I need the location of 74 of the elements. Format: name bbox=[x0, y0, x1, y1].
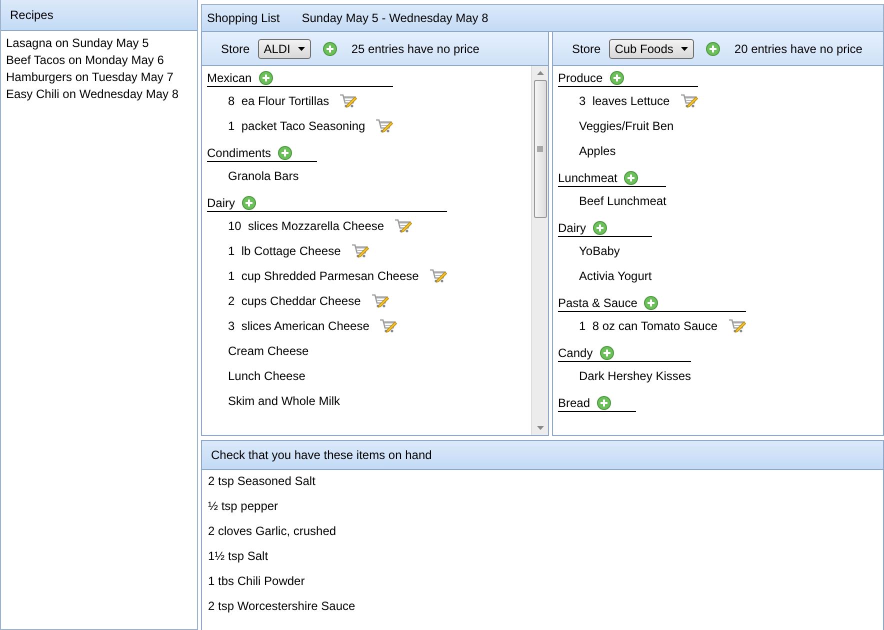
panel-title: Check that you have these items on hand bbox=[211, 448, 432, 462]
list-item: 2 cloves Garlic, crushed bbox=[207, 524, 338, 540]
list-item: 1 lb Cottage Cheese bbox=[228, 244, 341, 258]
list-item: Cream Cheese bbox=[228, 344, 309, 358]
store-label: Store bbox=[572, 42, 601, 56]
add-icon[interactable] bbox=[610, 71, 624, 85]
panel-title: Shopping List bbox=[207, 11, 280, 25]
category-heading: Bread bbox=[558, 396, 590, 410]
list-item: 2 cups Cheddar Cheese bbox=[228, 294, 361, 308]
category-heading: Pasta & Sauce bbox=[558, 296, 638, 310]
cart-pencil-icon[interactable] bbox=[728, 318, 746, 334]
add-icon[interactable] bbox=[323, 42, 338, 56]
list-item: 1 packet Taco Seasoning bbox=[228, 118, 366, 132]
recipe-item[interactable]: Lasagna on Sunday May 5 bbox=[1, 35, 197, 52]
list-item: 2 tsp Seasoned Salt bbox=[207, 474, 316, 490]
recipe-item[interactable]: Easy Chili on Wednesday May 8 bbox=[1, 86, 197, 103]
list-item: 3 slices American Cheese bbox=[228, 318, 370, 332]
cart-pencil-icon[interactable] bbox=[428, 268, 447, 284]
add-icon[interactable] bbox=[624, 171, 638, 185]
recipe-item[interactable]: Beef Tacos on Monday May 6 bbox=[1, 52, 197, 69]
store-dropdown[interactable]: ALDI bbox=[258, 38, 312, 58]
list-item: 10 slices Mozzarella Cheese bbox=[228, 218, 384, 232]
list-item: Granola Bars bbox=[228, 168, 299, 182]
list-item: 1½ tsp Salt bbox=[207, 549, 270, 565]
list-item: Activia Yogurt bbox=[579, 268, 652, 282]
scroll-up-icon[interactable] bbox=[536, 71, 544, 75]
caret-icon bbox=[298, 46, 306, 50]
list-item: Dark Hershey Kisses bbox=[579, 368, 692, 382]
list-item: YoBaby bbox=[579, 244, 620, 258]
list-item: Veggies/Fruit Ben bbox=[579, 118, 674, 132]
list-item: 1 tbs Chili Powder bbox=[207, 574, 306, 590]
add-icon[interactable] bbox=[597, 396, 612, 410]
list-item: 1 8 oz can Tomato Sauce bbox=[579, 318, 718, 332]
category-heading: Candy bbox=[558, 346, 593, 360]
list-item: ½ tsp pepper bbox=[207, 499, 280, 515]
list-item: Lunch Cheese bbox=[228, 368, 306, 382]
add-icon[interactable] bbox=[258, 71, 273, 85]
list-item: 8 ea Flour Tortillas bbox=[228, 94, 330, 108]
add-icon[interactable] bbox=[242, 196, 256, 210]
recipe-item[interactable]: Hamburgers on Tuesday May 7 bbox=[1, 69, 197, 86]
cart-pencil-icon[interactable] bbox=[680, 92, 698, 108]
cart-pencil-icon[interactable] bbox=[379, 318, 398, 334]
list-item: 3 leaves Lettuce bbox=[579, 94, 670, 108]
cart-pencil-icon[interactable] bbox=[394, 218, 412, 234]
add-icon[interactable] bbox=[706, 42, 720, 56]
date-range: Sunday May 5 - Wednesday May 8 bbox=[302, 11, 488, 25]
list-item: Apples bbox=[579, 144, 616, 158]
caret-icon bbox=[681, 46, 688, 50]
add-icon[interactable] bbox=[278, 146, 292, 160]
category-heading: Condiments bbox=[207, 146, 272, 160]
cart-pencil-icon[interactable] bbox=[375, 118, 394, 134]
cart-pencil-icon[interactable] bbox=[350, 242, 369, 258]
scroll-down-icon[interactable] bbox=[536, 426, 544, 430]
cart-pencil-icon[interactable] bbox=[370, 292, 389, 308]
no-price-note: 25 entries have no price bbox=[351, 42, 480, 56]
list-item: Skim and Whole Milk bbox=[228, 394, 340, 408]
list-item: 2 tsp Worcestershire Sauce bbox=[207, 599, 356, 615]
store-dropdown[interactable]: Cub Foods bbox=[608, 38, 694, 58]
grip-icon bbox=[537, 146, 543, 152]
category-heading: Dairy bbox=[207, 196, 236, 210]
no-price-note: 20 entries have no price bbox=[734, 42, 862, 56]
scrollbar[interactable] bbox=[531, 66, 548, 435]
store-label: Store bbox=[221, 42, 250, 56]
list-item: 1 cup Shredded Parmesan Cheese bbox=[228, 268, 419, 282]
add-icon[interactable] bbox=[593, 221, 608, 235]
add-icon[interactable] bbox=[600, 346, 614, 360]
category-heading: Produce bbox=[558, 71, 603, 85]
category-heading: Dairy bbox=[558, 221, 586, 235]
add-icon[interactable] bbox=[644, 296, 658, 310]
panel-title: Recipes bbox=[10, 8, 54, 22]
list-item: Beef Lunchmeat bbox=[579, 194, 666, 208]
category-heading: Lunchmeat bbox=[558, 171, 618, 185]
cart-pencil-icon[interactable] bbox=[339, 92, 358, 108]
category-heading: Mexican bbox=[207, 71, 252, 85]
